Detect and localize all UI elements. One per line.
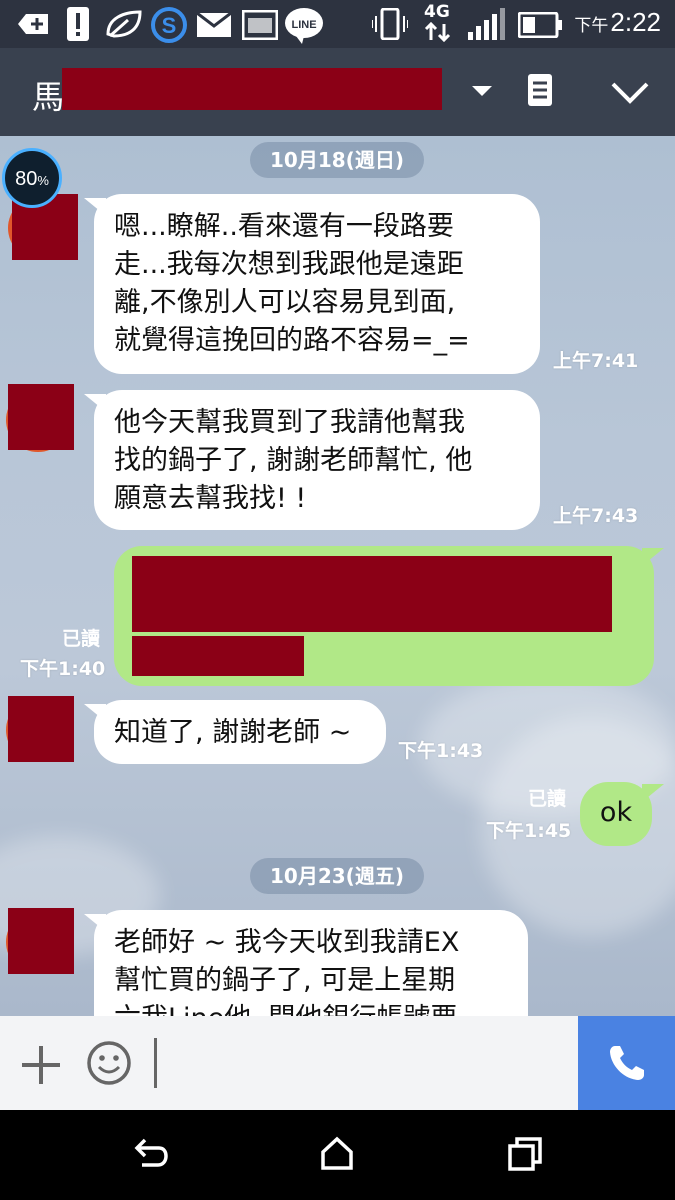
contact-name[interactable]: 馬	[32, 72, 64, 118]
message-line: 就覺得這挽回的路不容易=_=	[114, 325, 470, 356]
clock-time: 2:22	[610, 7, 661, 37]
recents-icon[interactable]	[507, 1136, 543, 1172]
date-separator: 10月18(週日)	[250, 142, 424, 178]
emoji-icon[interactable]	[86, 1040, 132, 1086]
message-line: 找的鍋子了, 謝謝老師幫忙, 他	[114, 445, 473, 476]
message-time: 下午1:45	[486, 820, 572, 842]
message-line: 六我Line他, 問他銀行帳號要	[114, 1000, 508, 1016]
clock: 下午2:22	[574, 7, 661, 38]
avatar[interactable]	[8, 384, 74, 450]
s-app-icon: S	[151, 7, 187, 43]
read-receipt: 已讀	[528, 788, 567, 810]
battery-icon	[518, 12, 562, 38]
redacted-message	[132, 556, 612, 632]
navigation-bar	[0, 1110, 675, 1200]
network-type: 4G	[424, 2, 450, 22]
message-line: 知道了, 謝謝老師 ~	[114, 717, 352, 748]
image-icon	[242, 10, 278, 40]
avatar[interactable]	[8, 696, 74, 762]
message-line: 嗯...瞭解..看來還有一段路要	[114, 211, 454, 242]
phone-icon	[610, 1046, 644, 1080]
message-bubble[interactable]: 他今天幫我買到了我請他幫我 找的鍋子了, 謝謝老師幫忙, 他 願意去幫我找! !	[94, 390, 540, 530]
message-line: 老師好 ~ 我今天收到我請EX	[114, 927, 460, 958]
message-time: 上午7:43	[553, 505, 639, 527]
message-line: 走...我每次想到我跟他是遠距	[114, 249, 464, 280]
text-cursor	[154, 1038, 157, 1088]
status-bar: S LINE 4G 下午2:22	[0, 0, 675, 48]
message-line: 幫忙買的鍋子了, 可是上星期	[114, 965, 456, 996]
leaf-icon	[106, 10, 142, 38]
call-button[interactable]	[578, 1016, 675, 1110]
back-icon[interactable]	[133, 1136, 169, 1172]
redacted-message	[132, 636, 304, 676]
alert-icon	[67, 7, 89, 41]
message-bubble[interactable]: 知道了, 謝謝老師 ~	[94, 700, 386, 764]
chat-area[interactable]: 10月18(週日) 嗯...瞭解..看來還有一段路要 走...我每次想到我跟他是…	[0, 136, 675, 1016]
message-time: 上午7:41	[553, 350, 639, 372]
signal-icon	[468, 8, 505, 40]
dropdown-arrow-icon[interactable]	[470, 84, 494, 98]
message-bubble[interactable]: 嗯...瞭解..看來還有一段路要 走...我每次想到我跟他是遠距 離,不像別人可…	[94, 194, 540, 374]
mail-icon	[196, 12, 232, 37]
vibrate-icon	[372, 8, 408, 40]
chat-header: 馬	[0, 48, 675, 136]
add-icon	[18, 14, 48, 34]
read-receipt: 已讀	[62, 628, 101, 650]
input-bar	[0, 1016, 675, 1110]
message-line: 離,不像別人可以容易見到面,	[114, 287, 456, 318]
message-bubble[interactable]: 老師好 ~ 我今天收到我請EX 幫忙買的鍋子了, 可是上星期 六我Line他, …	[94, 910, 528, 1016]
message-time: 下午1:43	[398, 740, 484, 762]
battery-widget-value: 80	[15, 168, 38, 190]
battery-widget-unit: %	[37, 173, 49, 188]
notes-icon[interactable]	[526, 72, 554, 108]
message-line: 願意去幫我找! !	[114, 483, 307, 514]
redacted-name	[62, 68, 442, 110]
chevron-down-icon[interactable]	[610, 80, 650, 106]
message-time: 下午1:40	[20, 658, 106, 680]
battery-widget[interactable]: 80%	[2, 148, 62, 208]
message-line: 他今天幫我買到了我請他幫我	[114, 407, 465, 438]
message-input[interactable]	[160, 1016, 578, 1110]
home-icon[interactable]	[319, 1136, 355, 1172]
svg-text:LINE: LINE	[291, 19, 316, 31]
data-arrows-icon	[424, 22, 451, 42]
line-icon: LINE	[285, 8, 323, 44]
svg-text:S: S	[162, 13, 177, 38]
date-separator: 10月23(週五)	[250, 858, 424, 894]
plus-icon[interactable]	[20, 1044, 62, 1086]
avatar[interactable]	[8, 908, 74, 974]
clock-ampm: 下午	[574, 16, 609, 35]
